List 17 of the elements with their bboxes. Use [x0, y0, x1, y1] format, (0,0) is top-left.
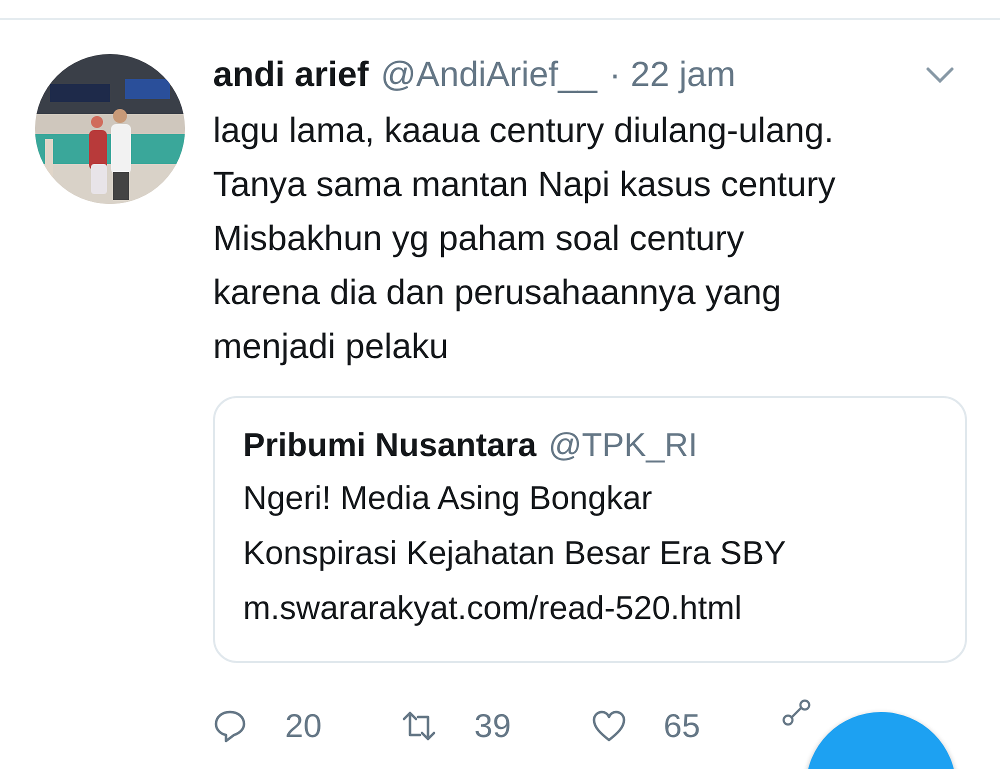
quoted-author-handle: @TPK_RI	[548, 425, 698, 465]
tweet-text: karena dia dan perusahaannya yang	[213, 272, 782, 314]
quoted-link[interactable]: m.swararakyat.com/read-520.html	[243, 580, 937, 635]
tweet-text: lagu lama, kaaua century diulang-ulang.	[213, 110, 835, 152]
action-count: 65	[664, 707, 700, 745]
tweet-time: · 22 jam	[609, 55, 736, 95]
quoted-author-name: Pribumi Nusantara	[243, 425, 536, 465]
tweet-text: Tanya sama mantan Napi kasus century	[213, 164, 837, 206]
tweet-text: menjadi pelaku	[213, 326, 450, 368]
tweet-text: Misbakhun yg paham soal century	[213, 218, 746, 260]
action-count: 39	[474, 707, 511, 745]
author-handle: @AndiArief__	[380, 55, 598, 95]
action-count: 20	[285, 707, 322, 745]
quoted-tweet-card[interactable]: Pribumi Nusantara @TPK_RI Ngeri! Media Asing Bongkar Konspirasi Kejahatan Besar Era SBY m.swararakyat.com/read-520.html	[213, 396, 967, 663]
author-name[interactable]: andi arief	[213, 55, 369, 95]
quoted-tweet-text: Konspirasi Kejahatan Besar Era SBY	[243, 533, 787, 573]
quoted-tweet-text: Ngeri! Media Asing Bongkar	[243, 478, 654, 518]
